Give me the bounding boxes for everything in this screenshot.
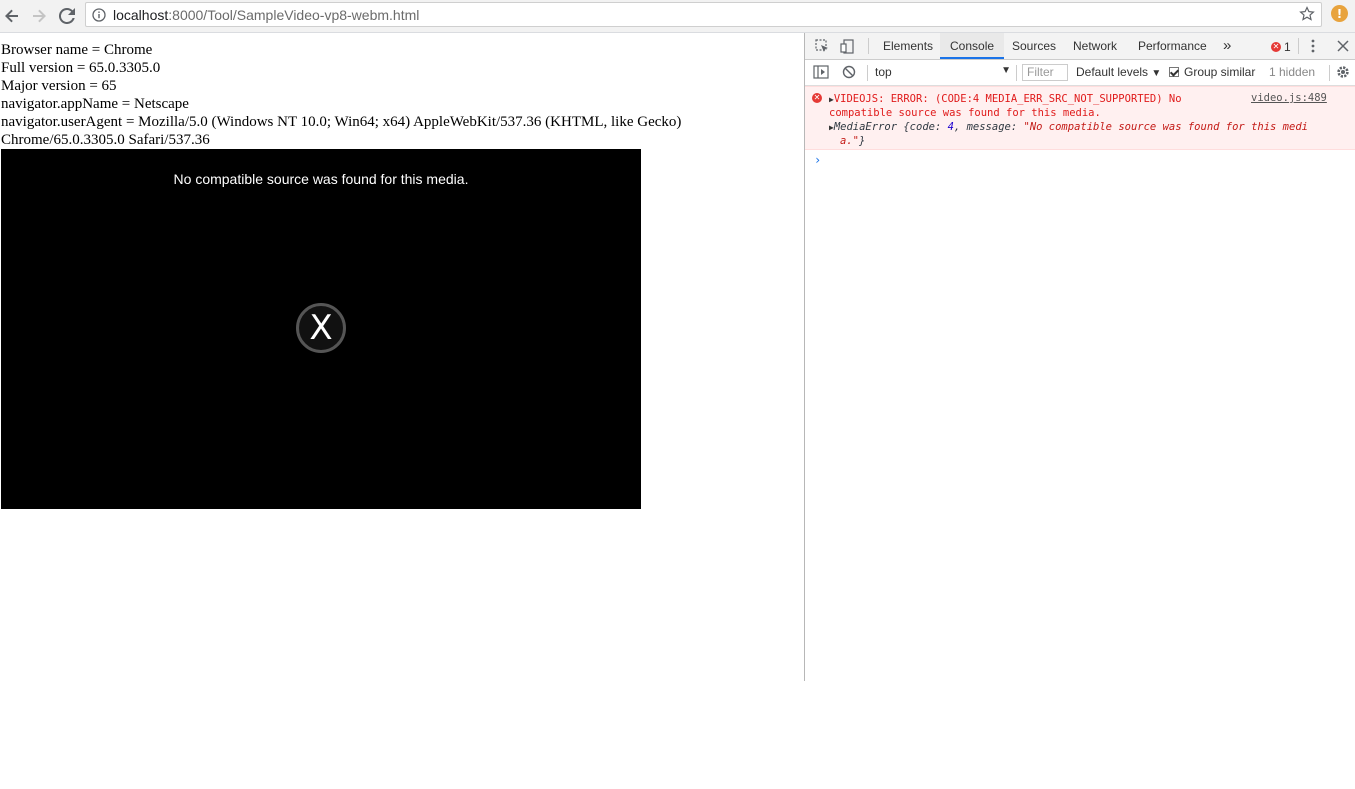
browser-info: Browser name = Chrome Full version = 65.… <box>1 41 681 149</box>
error-icon: ✕ <box>1271 42 1281 52</box>
clear-console-icon[interactable] <box>842 65 856 82</box>
sidebar-toggle-icon[interactable] <box>813 65 829 82</box>
kebab-menu-icon[interactable] <box>1310 38 1316 57</box>
group-similar-label: Group similar <box>1184 65 1256 79</box>
console-toolbar: top ▼ Filter Default levels ▼ Group simi… <box>805 60 1355 86</box>
info-line: Browser name = Chrome <box>1 42 153 58</box>
error-object-message: "No compatible source was found for this… <box>1023 121 1308 133</box>
error-object-suffix: } <box>858 135 866 147</box>
url-host: localhost <box>113 7 169 23</box>
tab-console[interactable]: Console <box>940 33 1005 59</box>
console-prompt[interactable]: › <box>814 153 821 167</box>
more-tabs-icon[interactable]: » <box>1223 33 1231 59</box>
page-content: Browser name = Chrome Full version = 65.… <box>0 33 804 789</box>
tab-network[interactable]: Network <box>1073 33 1117 59</box>
address-bar[interactable]: localhost:8000/Tool/SampleVideo-vp8-webm… <box>85 2 1322 27</box>
info-line: Full version = 65.0.3305.0 <box>1 60 161 76</box>
browser-toolbar: localhost:8000/Tool/SampleVideo-vp8-webm… <box>0 0 1355 33</box>
filter-input[interactable]: Filter <box>1022 64 1068 81</box>
video-player[interactable]: No compatible source was found for this … <box>1 149 641 509</box>
context-selector[interactable]: top ▼ <box>875 65 1011 81</box>
context-value: top <box>875 65 892 79</box>
url-text: localhost:8000/Tool/SampleVideo-vp8-webm… <box>113 7 419 23</box>
info-line: navigator.appName = Netscape <box>1 96 189 112</box>
devtools-panel: Elements Console Sources Network Perform… <box>804 33 1355 681</box>
bookmark-star-icon[interactable] <box>1299 6 1315 27</box>
tab-sources[interactable]: Sources <box>1012 33 1056 59</box>
info-icon[interactable] <box>92 8 106 27</box>
dropdown-arrow-icon: ▼ <box>1151 68 1162 79</box>
info-line: Chrome/65.0.3305.0 Safari/537.36 <box>1 132 210 148</box>
tab-elements[interactable]: Elements <box>883 33 933 59</box>
devtools-tabbar: Elements Console Sources Network Perform… <box>805 33 1355 60</box>
video-error-message: No compatible source was found for this … <box>173 171 469 187</box>
arrow-left-icon <box>5 9 18 23</box>
info-line: Major version = 65 <box>1 78 117 94</box>
source-link[interactable]: video.js:489 <box>1251 92 1327 104</box>
error-counter[interactable]: ✕ 1 <box>1271 40 1291 54</box>
close-icon[interactable] <box>1337 40 1349 55</box>
levels-label: Default levels <box>1076 65 1149 79</box>
log-levels-dropdown[interactable]: Default levels ▼ <box>1076 65 1161 79</box>
group-similar-toggle[interactable]: Group similar <box>1169 65 1255 79</box>
reload-button[interactable] <box>56 5 78 27</box>
group-similar-checkbox[interactable] <box>1169 67 1179 77</box>
extension-warning-icon[interactable]: ! <box>1331 5 1348 22</box>
error-object-prefix: MediaError {code: <box>833 121 948 133</box>
error-object-mid: , message: <box>953 121 1024 133</box>
error-icon: ✕ <box>812 93 822 103</box>
tab-performance[interactable]: Performance <box>1138 33 1207 59</box>
back-button[interactable] <box>1 5 23 27</box>
video-error-icon: X <box>296 303 346 353</box>
url-path: :8000/Tool/SampleVideo-vp8-webm.html <box>168 7 420 23</box>
reload-icon <box>59 8 75 24</box>
console-error-message[interactable]: ✕ ▶VIDEOJS: ERROR: (CODE:4 MEDIA_ERR_SRC… <box>805 86 1355 150</box>
error-text-line2: compatible source was found for this med… <box>829 107 1101 119</box>
settings-gear-icon[interactable] <box>1336 65 1350 82</box>
inspect-element-icon[interactable] <box>815 39 830 57</box>
error-count: 1 <box>1284 40 1291 54</box>
info-line: navigator.userAgent = Mozilla/5.0 (Windo… <box>1 114 682 130</box>
arrow-right-icon <box>33 9 46 23</box>
hidden-count: 1 hidden <box>1269 65 1316 79</box>
device-toolbar-icon[interactable] <box>840 39 855 57</box>
error-text-line1: VIDEOJS: ERROR: (CODE:4 MEDIA_ERR_SRC_NO… <box>833 93 1182 105</box>
forward-button[interactable] <box>28 5 50 27</box>
dropdown-arrow-icon: ▼ <box>1001 65 1011 76</box>
error-object-message-end: a." <box>840 135 859 147</box>
